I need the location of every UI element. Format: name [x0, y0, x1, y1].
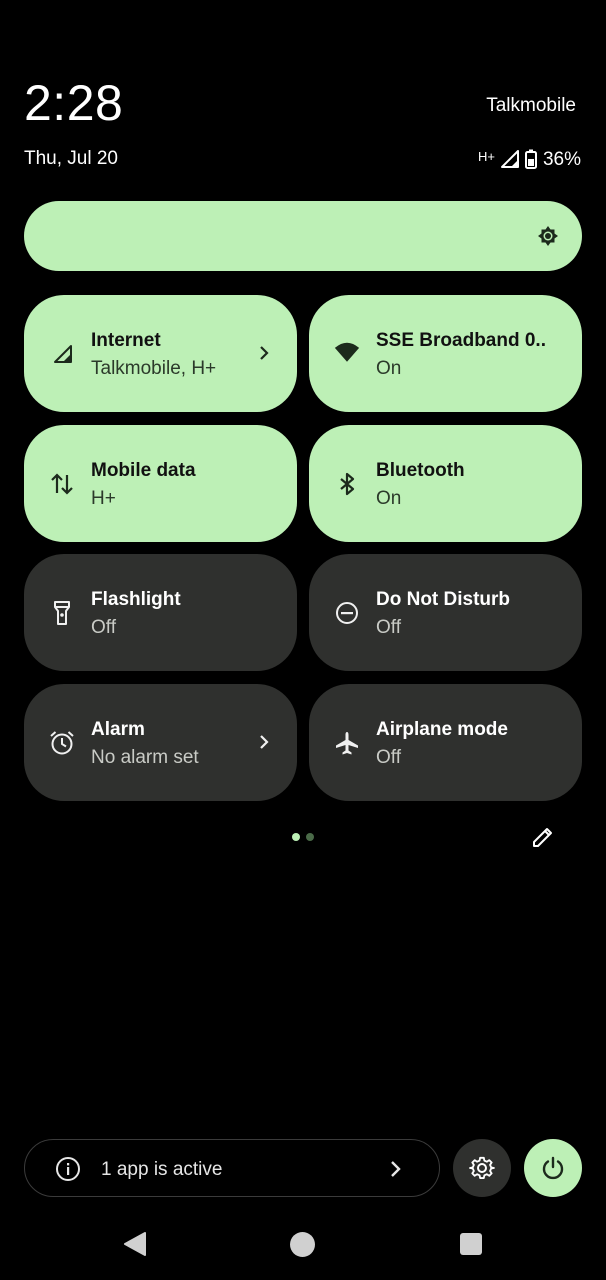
page-indicator [292, 833, 314, 841]
do-not-disturb-icon [334, 600, 360, 626]
home-nav-button[interactable] [290, 1232, 315, 1257]
carrier-name: Talkmobile [486, 95, 576, 116]
power-icon [542, 1156, 564, 1180]
active-apps-label: 1 app is active [101, 1159, 223, 1180]
tile-status: On [376, 358, 402, 379]
clock-time[interactable]: 2:28 [24, 78, 123, 128]
recents-nav-button[interactable] [460, 1233, 482, 1255]
tile-status: H+ [91, 488, 116, 509]
tile-label: Do Not Disturb [376, 589, 511, 610]
tile-status: Talkmobile, H+ [91, 358, 217, 379]
tile-alarm[interactable]: Alarm No alarm set [24, 684, 297, 801]
alarm-icon [49, 730, 75, 756]
flashlight-icon [49, 600, 75, 626]
tile-label: Bluetooth [376, 460, 465, 481]
chevron-right-icon[interactable] [257, 732, 273, 752]
tile-label: Mobile data [91, 460, 196, 481]
chevron-right-icon[interactable] [257, 343, 273, 363]
tile-sse-broadband-0[interactable]: SSE Broadband 0.. On [309, 295, 582, 412]
back-nav-button[interactable] [122, 1230, 148, 1258]
tile-status: Off [376, 617, 401, 638]
tile-do-not-disturb[interactable]: Do Not Disturb Off [309, 554, 582, 671]
brightness-slider[interactable] [24, 201, 582, 271]
gear-icon [469, 1156, 495, 1180]
power-button[interactable] [524, 1139, 582, 1197]
settings-button[interactable] [453, 1139, 511, 1197]
battery-percent: 36% [542, 148, 581, 170]
mobile-data-icon [49, 471, 75, 497]
info-icon [56, 1157, 80, 1181]
page-dot [306, 833, 314, 841]
tile-airplane-mode[interactable]: Airplane mode Off [309, 684, 582, 801]
network-type-label: H+ [477, 148, 495, 164]
airplane-icon [334, 730, 360, 756]
chevron-right-icon [391, 1161, 401, 1177]
tile-bluetooth[interactable]: Bluetooth On [309, 425, 582, 542]
cellular-signal-icon [49, 341, 75, 367]
edit-pencil-icon[interactable] [531, 825, 555, 849]
tile-label: Internet [91, 330, 161, 351]
bluetooth-icon [334, 471, 360, 497]
tile-flashlight[interactable]: Flashlight Off [24, 554, 297, 671]
signal-icon [500, 150, 519, 168]
date-label[interactable]: Thu, Jul 20 [24, 149, 118, 168]
active-apps-button[interactable]: 1 app is active [24, 1139, 440, 1197]
battery-icon [524, 149, 537, 169]
tile-status: Off [91, 617, 116, 638]
tile-status: No alarm set [91, 747, 199, 768]
tile-label: Flashlight [91, 589, 181, 610]
tile-label: Airplane mode [376, 719, 508, 740]
tile-status: Off [376, 747, 401, 768]
tile-status: On [376, 488, 402, 509]
tile-label: Alarm [91, 719, 145, 740]
tile-mobile-data[interactable]: Mobile data H+ [24, 425, 297, 542]
tile-internet[interactable]: Internet Talkmobile, H+ [24, 295, 297, 412]
brightness-icon [538, 226, 558, 246]
tile-label: SSE Broadband 0.. [376, 330, 546, 351]
wifi-icon [334, 341, 360, 367]
status-icons: H+ 36% [478, 149, 581, 169]
page-dot-active [292, 833, 300, 841]
